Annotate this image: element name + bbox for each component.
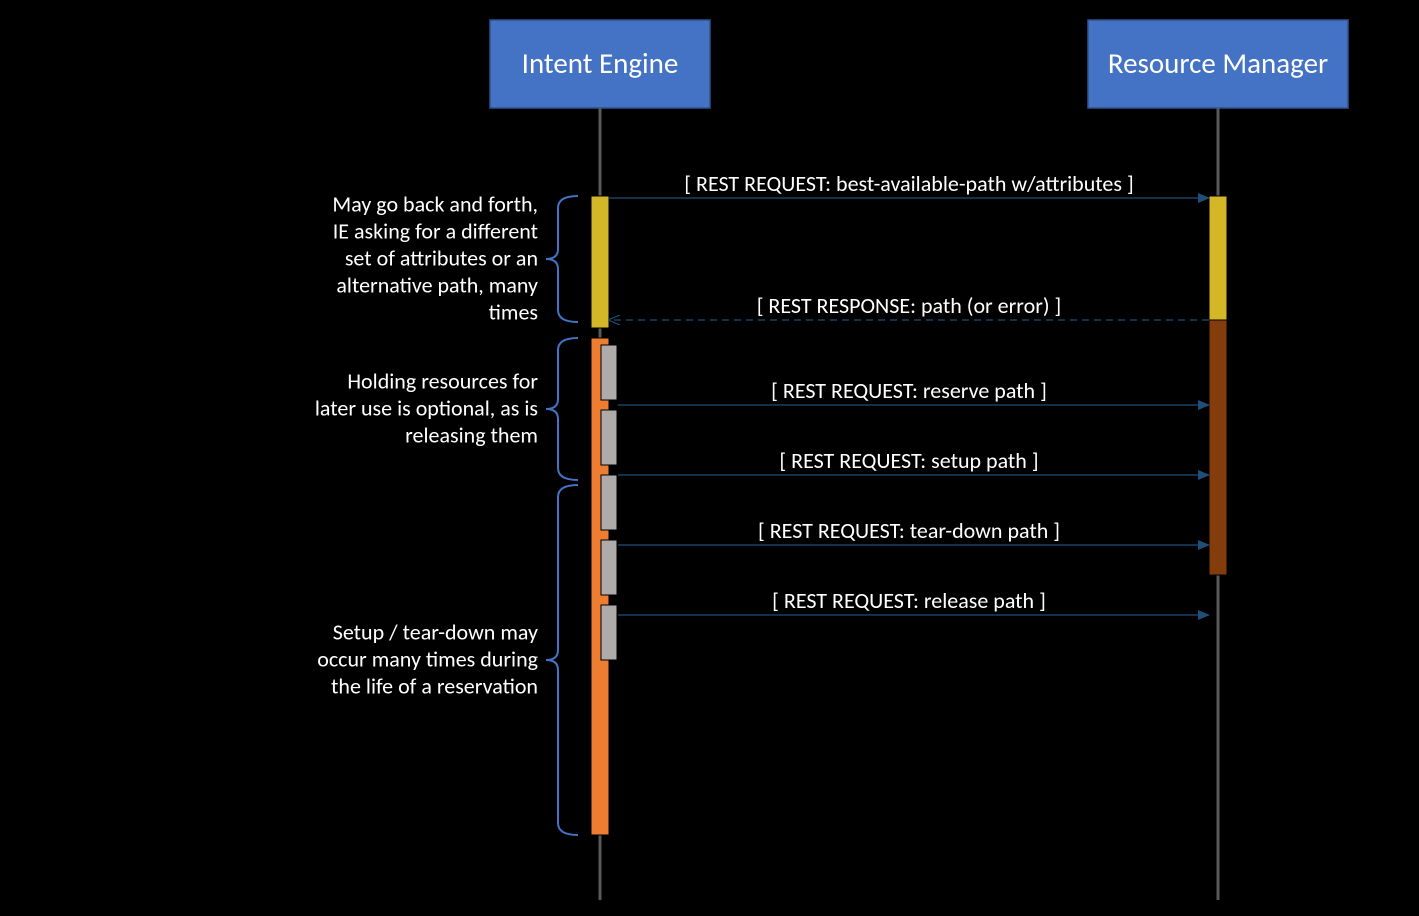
phase-repeat-brace xyxy=(546,485,578,835)
phase-negotiate-line-0: May go back and forth, xyxy=(332,191,538,218)
phase-holding-line-0: Holding resources for xyxy=(347,368,538,395)
sequence-diagram: Intent Engine Resource Manager [ REST REQU… xyxy=(0,0,1419,916)
left-grey-4 xyxy=(601,540,617,595)
msg-path-response-label: [ REST RESPONSE: path (or error) ] xyxy=(757,292,1062,319)
left-grey-3 xyxy=(601,475,617,530)
msg-reserve-label: [ REST REQUEST: reserve path ] xyxy=(771,377,1047,404)
phase-negotiate-brace xyxy=(546,196,578,322)
left-yellow xyxy=(591,196,609,328)
phase-repeat-line-0: Setup / tear-down may xyxy=(333,619,538,646)
phase-negotiate-line-3: alternative path, many xyxy=(336,272,538,299)
phase-negotiate-line-2: set of attributes or an xyxy=(345,245,538,272)
left-grey-1 xyxy=(601,345,617,400)
right-brown xyxy=(1209,320,1227,575)
phase-holding-brace xyxy=(546,338,578,480)
participant-label-right: Resource Manager xyxy=(1108,45,1328,81)
phase-holding-line-2: releasing them xyxy=(405,422,538,449)
right-yellow xyxy=(1209,196,1227,320)
msg-best-avail-label: [ REST REQUEST: best-available-path w/at… xyxy=(684,170,1133,197)
phase-repeat-line-1: occur many times during xyxy=(317,646,538,673)
msg-teardown-label: [ REST REQUEST: tear-down path ] xyxy=(758,517,1060,544)
left-grey-2 xyxy=(601,410,617,465)
msg-setup-label: [ REST REQUEST: setup path ] xyxy=(779,447,1038,474)
phase-repeat-line-2: the life of a reservation xyxy=(331,673,538,700)
phase-holding-line-1: later use is optional, as is xyxy=(315,395,538,422)
msg-release-label: [ REST REQUEST: release path ] xyxy=(772,587,1046,614)
participant-label-left: Intent Engine xyxy=(522,45,679,81)
left-grey-5 xyxy=(601,605,617,660)
phase-negotiate-line-1: IE asking for a different xyxy=(333,218,538,245)
phase-negotiate-line-4: times xyxy=(489,299,538,326)
